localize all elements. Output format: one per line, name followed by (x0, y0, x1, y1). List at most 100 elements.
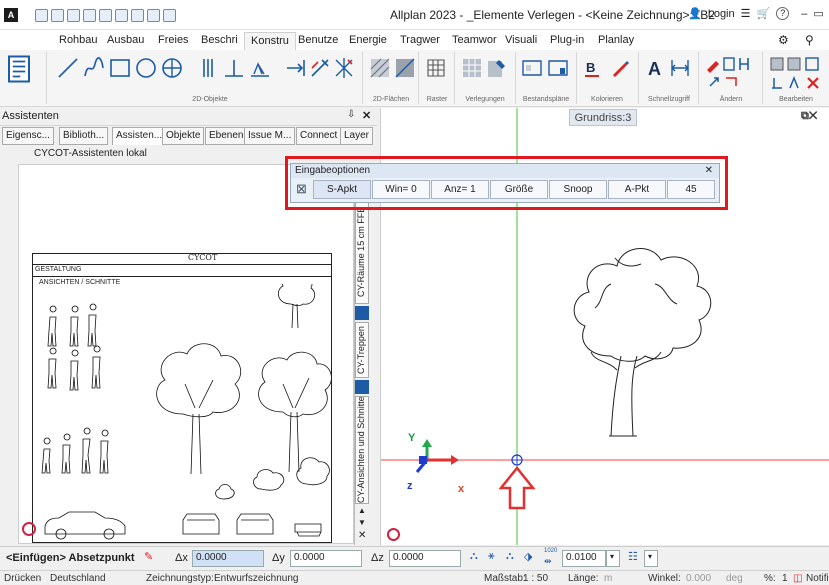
help-button[interactable]: ? (776, 7, 790, 20)
cart-icon[interactable]: 🛒 (757, 7, 771, 20)
tab-benutze[interactable]: Benutze (298, 32, 338, 50)
print-icon[interactable] (83, 8, 96, 22)
circle-icon[interactable] (134, 56, 158, 80)
circle-cross-icon[interactable] (160, 56, 184, 80)
redo-icon[interactable] (115, 8, 128, 22)
dz-input[interactable]: 0.0000 (389, 550, 461, 567)
panel-tab-layer[interactable]: Layer (340, 127, 374, 145)
tab-visuali[interactable]: Visuali (505, 32, 537, 50)
layout-icon[interactable]: ☷ (628, 550, 638, 563)
drawing-type-value[interactable]: Entwurfszeichnung (214, 573, 299, 584)
notifications-button[interactable]: Notifications (806, 573, 829, 584)
vtab-cy-raeume[interactable]: CY-Räume 15 cm FFB (355, 200, 369, 304)
edit-tools-icon[interactable] (768, 54, 824, 94)
point-assist-icon[interactable]: ⛬ (470, 550, 478, 563)
panel-tab-bibliothek[interactable]: Biblioth... (59, 127, 109, 145)
open-file-icon[interactable] (51, 8, 64, 22)
existing-plan-2-icon[interactable] (546, 56, 570, 80)
allplan-logo[interactable]: A (4, 8, 18, 22)
colorize-icon[interactable]: B (582, 56, 606, 80)
pin-icon[interactable]: ⇩ (347, 109, 355, 120)
anz-button[interactable]: Anz= 1 (431, 180, 489, 199)
layer-icon[interactable] (147, 8, 160, 22)
assistant-preview[interactable]: CYCOT GESTALTUNG ANSICHTEN / SCHNITTE (32, 253, 332, 543)
grid-icon[interactable] (424, 56, 448, 80)
status-country[interactable]: Deutschland (50, 573, 106, 584)
panel-tab-eigenschaften[interactable]: Eigensc... (2, 127, 54, 145)
length-unit[interactable]: m (604, 573, 612, 584)
tab-planlay[interactable]: Planlay (598, 32, 634, 50)
login-button[interactable]: Login (708, 8, 735, 20)
color-pen-icon[interactable] (608, 56, 632, 80)
scale-value[interactable]: 1 : 50 (523, 573, 548, 584)
scale-dropdown[interactable]: ▾ (606, 550, 620, 567)
panel-tab-ebenen[interactable]: Ebenen (205, 127, 248, 145)
point-assist-4-icon[interactable]: ⬗ (524, 550, 532, 563)
notifications-icon[interactable]: ◫ (793, 573, 802, 584)
settings-icon[interactable]: ⚙ (778, 33, 789, 47)
restore-button[interactable]: ▭ (813, 7, 823, 20)
tab-rohbau[interactable]: Rohbau (59, 32, 98, 50)
dialog-close-icon[interactable]: ✕ (705, 165, 713, 176)
angle-45-button[interactable]: 45 (667, 180, 715, 199)
view-tab-grundriss[interactable]: Grundriss:3 (569, 109, 637, 126)
vtabs-close-icon[interactable]: ✕ (358, 530, 366, 541)
search-icon[interactable]: ⚲ (805, 33, 814, 47)
tools-icon[interactable] (163, 8, 176, 22)
view-restore-icon[interactable]: ⧉✕ (801, 110, 817, 123)
perpendicular-icon[interactable] (222, 56, 246, 80)
angle-unit[interactable]: deg (726, 573, 743, 584)
menu-icon[interactable]: ☰ (741, 7, 751, 20)
tab-energie[interactable]: Energie (349, 32, 387, 50)
panel-tab-issue-manager[interactable]: Issue M... (244, 127, 296, 145)
panel-close-icon[interactable]: ✕ (362, 109, 371, 122)
tab-beschri[interactable]: Beschri (201, 32, 238, 50)
panel-tab-assistenten[interactable]: Assisten... (112, 127, 167, 145)
panel-tab-connect[interactable]: Connect (296, 127, 342, 145)
dx-input[interactable]: 0.0000 (192, 550, 264, 567)
dialog-checkbox-icon[interactable]: ⊠ (296, 181, 311, 197)
tile-pen-icon[interactable] (485, 56, 509, 80)
vtab-cy-treppen[interactable]: CY-Treppen (355, 322, 369, 378)
tab-teamwor[interactable]: Teamwor (452, 32, 497, 50)
panel-tab-objekte[interactable]: Objekte (162, 127, 205, 145)
canvas-target-icon[interactable] (387, 528, 400, 541)
tab-tragwer[interactable]: Tragwer (400, 32, 440, 50)
dy-input[interactable]: 0.0000 (290, 550, 362, 567)
user-icon[interactable]: 👤 (688, 7, 702, 20)
win-button[interactable]: Win= 0 (372, 180, 430, 199)
tab-konstru[interactable]: Konstru (244, 32, 296, 50)
new-file-icon[interactable] (35, 8, 48, 22)
text-icon[interactable]: A (644, 56, 668, 80)
scroll-down-icon[interactable]: ▼ (358, 518, 366, 527)
a-pkt-button[interactable]: A-Pkt (608, 180, 666, 199)
s-apkt-button[interactable]: S-Apkt (313, 180, 371, 199)
parallel-lines-icon[interactable] (196, 56, 220, 80)
tab-ausbau[interactable]: Ausbau (107, 32, 144, 50)
line-icon[interactable] (56, 56, 80, 80)
scroll-up-icon[interactable]: ▲ (358, 506, 366, 515)
trim-icon[interactable] (308, 56, 332, 80)
layout-dropdown[interactable]: ▾ (644, 550, 658, 567)
tab-freies[interactable]: Freies (158, 32, 189, 50)
target-icon[interactable] (22, 522, 36, 536)
vtab-cy-ansichten[interactable]: CY-Ansichten und Schnitte (355, 396, 369, 504)
modify-tools-icon[interactable] (704, 54, 756, 94)
save-icon[interactable] (67, 8, 80, 22)
polyline-icon[interactable] (82, 56, 106, 80)
point-assist-3-icon[interactable]: ⛬ (506, 550, 514, 563)
extend-icon[interactable] (284, 56, 308, 80)
groesse-button[interactable]: Größe (490, 180, 548, 199)
hatching-icon[interactable] (368, 56, 392, 80)
existing-plan-icon[interactable] (520, 56, 544, 80)
cross-edit-icon[interactable] (332, 56, 356, 80)
dimension-icon[interactable] (668, 56, 692, 80)
scale-input[interactable]: 0.0100 (562, 550, 606, 567)
pointer-icon[interactable]: ✎ (144, 550, 153, 563)
hatch-line-icon[interactable] (248, 56, 272, 80)
tile-pattern-icon[interactable] (460, 56, 484, 80)
rectangle-icon[interactable] (108, 56, 132, 80)
minimize-button[interactable]: – (801, 8, 807, 20)
point-assist-2-icon[interactable]: ⚹ (488, 550, 495, 563)
copy-icon[interactable] (131, 8, 144, 22)
